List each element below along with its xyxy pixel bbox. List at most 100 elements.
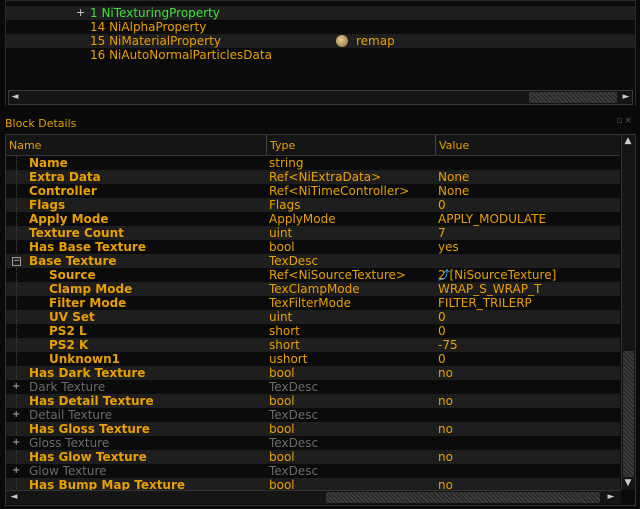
close-icon[interactable]: × bbox=[624, 116, 634, 126]
table-row[interactable]: − Base Texture TexDesc bbox=[6, 254, 620, 268]
block-list-tree[interactable]: +1 NiTexturingProperty 14 NiAlphaProperty… bbox=[5, 0, 636, 107]
material-name: remap bbox=[336, 34, 395, 48]
field-value[interactable]: no bbox=[438, 450, 453, 464]
table-row[interactable]: Texture Count uint 7 bbox=[6, 226, 620, 240]
field-value[interactable]: APPLY_MODULATE bbox=[438, 212, 546, 226]
field-type: TexDesc bbox=[269, 254, 319, 268]
field-value[interactable]: -75 bbox=[438, 338, 458, 352]
field-value[interactable]: 0 bbox=[438, 324, 446, 338]
tree-item[interactable]: 15 NiMaterialProperty remap bbox=[6, 34, 635, 48]
scroll-left-arrow-icon[interactable]: ◄ bbox=[8, 491, 20, 504]
expand-toggle-icon[interactable]: + bbox=[12, 380, 20, 394]
tree-guide-line bbox=[16, 422, 17, 436]
table-row[interactable]: + Dark Texture TexDesc bbox=[6, 380, 620, 394]
field-value-text: yes bbox=[438, 240, 459, 254]
scroll-down-arrow-icon[interactable]: ▼ bbox=[622, 477, 634, 490]
table-row[interactable]: Controller Ref<NiTimeController> None bbox=[6, 184, 620, 198]
field-type: short bbox=[269, 338, 300, 352]
scroll-right-arrow-icon[interactable]: ► bbox=[605, 491, 617, 504]
expand-toggle-icon[interactable]: + bbox=[76, 6, 86, 20]
table-row[interactable]: Has Detail Texture bool no bbox=[6, 394, 620, 408]
scroll-up-arrow-icon[interactable]: ▲ bbox=[622, 135, 634, 148]
field-type: uint bbox=[269, 310, 293, 324]
table-row[interactable]: Source Ref<NiSourceTexture> ⤴ 2 [NiSourceTe… bbox=[6, 268, 620, 282]
palette-icon bbox=[336, 35, 348, 47]
field-value-text: 0 bbox=[438, 310, 446, 324]
table-row[interactable]: Flags Flags 0 bbox=[6, 198, 620, 212]
field-name: Source bbox=[49, 268, 96, 282]
field-value[interactable]: 0 bbox=[438, 310, 446, 324]
table-row[interactable]: Has Dark Texture bool no bbox=[6, 366, 620, 380]
column-header-value[interactable]: Value bbox=[436, 135, 620, 155]
field-name: Has Detail Texture bbox=[29, 394, 154, 408]
details-vertical-scrollbar[interactable]: ▲ ▼ bbox=[621, 135, 635, 490]
table-row[interactable]: Apply Mode ApplyMode APPLY_MODULATE bbox=[6, 212, 620, 226]
collapse-toggle-icon[interactable]: − bbox=[12, 257, 21, 266]
field-name: Glow Texture bbox=[29, 464, 107, 478]
field-name: Has Base Texture bbox=[29, 240, 146, 254]
field-type: Ref<NiExtraData> bbox=[269, 170, 382, 184]
table-row[interactable]: Clamp Mode TexClampMode WRAP_S_WRAP_T bbox=[6, 282, 620, 296]
scrollbar-thumb[interactable] bbox=[529, 92, 617, 103]
details-horizontal-scrollbar[interactable]: ◄ ► bbox=[6, 490, 621, 504]
field-name: PS2 L bbox=[49, 324, 87, 338]
field-value[interactable]: no bbox=[438, 366, 453, 380]
field-type: short bbox=[269, 324, 300, 338]
column-header-name[interactable]: Name bbox=[6, 135, 267, 155]
field-value[interactable]: no bbox=[438, 394, 453, 408]
field-value-text: APPLY_MODULATE bbox=[438, 212, 547, 226]
field-value[interactable]: FILTER_TRILERP bbox=[438, 296, 532, 310]
table-row[interactable]: PS2 L short 0 bbox=[6, 324, 620, 338]
field-value[interactable]: None bbox=[438, 184, 469, 198]
tree-guide-line bbox=[16, 450, 17, 464]
tree-item[interactable]: 16 NiAutoNormalParticlesData bbox=[6, 48, 635, 62]
field-value[interactable]: 7 bbox=[438, 226, 446, 240]
field-type: bool bbox=[269, 366, 295, 380]
table-row[interactable]: Has Base Texture bool yes bbox=[6, 240, 620, 254]
field-type: TexFilterMode bbox=[269, 296, 351, 310]
field-value[interactable]: 0 bbox=[438, 352, 446, 366]
tree-horizontal-scrollbar[interactable]: ◄ ► bbox=[8, 90, 633, 105]
dock-buttons[interactable]: ▫× bbox=[616, 116, 634, 126]
table-row[interactable]: + Detail Texture TexDesc bbox=[6, 408, 620, 422]
block-details-table[interactable]: Name Type Value Name string Extra Data Ref<… bbox=[5, 134, 636, 506]
table-row[interactable]: UV Set uint 0 bbox=[6, 310, 620, 324]
link-arrow-icon[interactable]: ⤴ bbox=[438, 268, 450, 282]
tree-guide-line bbox=[16, 240, 17, 254]
field-value-text: 0 bbox=[438, 324, 446, 338]
table-row[interactable]: + Gloss Texture TexDesc bbox=[6, 436, 620, 450]
table-row[interactable]: Extra Data Ref<NiExtraData> None bbox=[6, 170, 620, 184]
table-row[interactable]: Has Gloss Texture bool no bbox=[6, 422, 620, 436]
scroll-left-arrow-icon[interactable]: ◄ bbox=[9, 91, 21, 104]
table-row[interactable]: Has Glow Texture bool no bbox=[6, 450, 620, 464]
field-value[interactable]: no bbox=[438, 422, 453, 436]
table-row[interactable]: Name string bbox=[6, 156, 620, 170]
table-row[interactable]: Filter Mode TexFilterMode FILTER_TRILERP bbox=[6, 296, 620, 310]
tree-guide-line bbox=[16, 282, 17, 296]
table-row[interactable]: PS2 K short -75 bbox=[6, 338, 620, 352]
scroll-right-arrow-icon[interactable]: ► bbox=[620, 91, 632, 104]
scrollbar-thumb[interactable] bbox=[623, 351, 634, 477]
tree-item[interactable]: 14 NiAlphaProperty bbox=[6, 20, 635, 34]
table-row[interactable]: Unknown1 ushort 0 bbox=[6, 352, 620, 366]
field-value-text: no bbox=[438, 394, 453, 408]
table-row[interactable]: + Glow Texture TexDesc bbox=[6, 464, 620, 478]
expand-toggle-icon[interactable]: + bbox=[12, 436, 20, 450]
tree-item[interactable]: +1 NiTexturingProperty bbox=[6, 6, 635, 20]
expand-toggle-icon[interactable]: + bbox=[12, 408, 20, 422]
field-value[interactable]: WRAP_S_WRAP_T bbox=[438, 282, 541, 296]
field-value[interactable]: None bbox=[438, 170, 469, 184]
column-header-type[interactable]: Type bbox=[267, 135, 436, 155]
field-value[interactable]: yes bbox=[438, 240, 459, 254]
tree-guide-line bbox=[16, 226, 17, 240]
panel-splitter[interactable] bbox=[0, 106, 640, 112]
field-type: TexDesc bbox=[269, 380, 319, 394]
field-name: Base Texture bbox=[29, 254, 117, 268]
field-value-text: 2 [NiSourceTexture] bbox=[438, 268, 557, 282]
field-name: Extra Data bbox=[29, 170, 101, 184]
expand-toggle-icon[interactable]: + bbox=[12, 464, 20, 478]
field-value-text: 0 bbox=[438, 352, 446, 366]
field-value[interactable]: ⤴ 2 [NiSourceTexture] bbox=[438, 268, 556, 282]
scrollbar-thumb[interactable] bbox=[326, 492, 600, 503]
field-value[interactable]: 0 bbox=[438, 198, 446, 212]
